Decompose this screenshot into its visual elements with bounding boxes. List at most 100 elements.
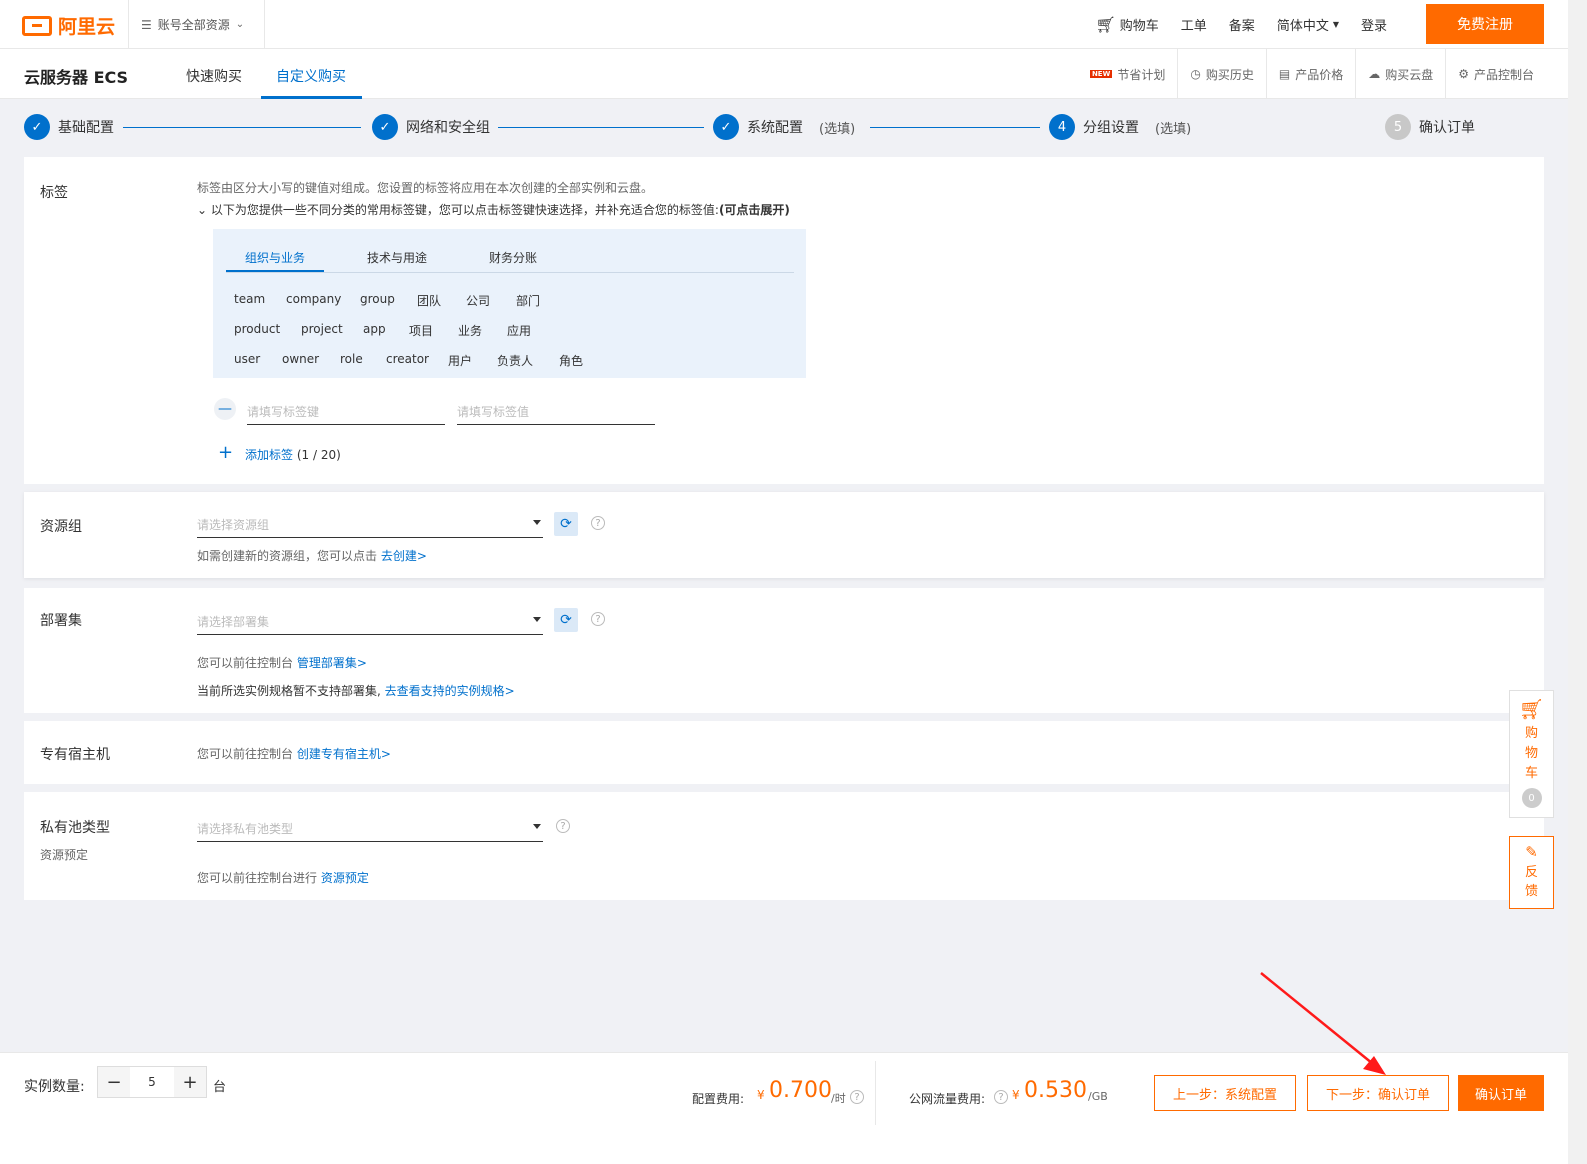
tag-key-chip[interactable]: group — [360, 292, 395, 306]
register-button[interactable]: 免费注册 — [1426, 4, 1544, 44]
aliyun-logo[interactable]: 阿里云 — [22, 12, 115, 39]
prev-step-button[interactable]: 上一步：系统配置 — [1154, 1075, 1296, 1111]
resource-reservation-link[interactable]: 资源预定 — [321, 871, 369, 885]
tag-key-chip[interactable]: user — [234, 352, 260, 366]
deployment-set-warning: 当前所选实例规格暂不支持部署集, 去查看支持的实例规格> — [197, 682, 515, 699]
confirm-order-button[interactable]: 确认订单 — [1458, 1075, 1544, 1111]
tags-help-text: 标签由区分大小写的键值对组成。您设置的标签将应用在本次创建的全部实例和云盘。 — [197, 181, 654, 195]
tag-key-chip[interactable]: 公司 — [466, 292, 490, 309]
private-pool-help-text: 您可以前往控制台进行 — [197, 871, 318, 885]
language-selector[interactable]: 简体中文 ▼ — [1277, 15, 1339, 34]
config-fee-value: 0.700 — [769, 1078, 832, 1103]
increment-button[interactable]: + — [174, 1067, 206, 1097]
add-tag-button[interactable]: 添加标签 (1 / 20) — [245, 446, 341, 463]
step-optional-tag: (选填) — [1155, 121, 1192, 137]
step-connector — [870, 127, 1040, 128]
help-icon[interactable]: ? — [591, 516, 605, 530]
plus-icon: + — [218, 442, 234, 463]
cart-link[interactable]: 🛒︎ 购物车 — [1095, 15, 1158, 34]
new-badge: NEW — [1089, 70, 1113, 78]
tab-custom-buy[interactable]: 自定义购买 — [276, 66, 346, 86]
cart-char: 购 — [1524, 726, 1538, 741]
tag-key-chip[interactable]: owner — [282, 352, 319, 366]
deployment-set-select[interactable]: 请选择部署集 — [197, 605, 543, 635]
step-group-settings[interactable]: 4 分组设置 (选填) — [1049, 114, 1191, 140]
tag-key-chip[interactable]: 负责人 — [497, 352, 533, 369]
tag-key-chip[interactable]: team — [234, 292, 265, 306]
step-basic-config[interactable]: ✓ 基础配置 — [24, 114, 114, 140]
product-price-label: 产品价格 — [1295, 67, 1344, 82]
refresh-icon[interactable]: ⟳ — [554, 512, 578, 536]
view-supported-types-link[interactable]: 去查看支持的实例规格> — [385, 684, 515, 698]
create-dedicated-host-link[interactable]: 创建专有宿主机> — [297, 747, 391, 761]
tag-key-chip[interactable]: 团队 — [417, 292, 441, 309]
tag-key-chip[interactable]: company — [286, 292, 341, 306]
deployment-set-help: 您可以前往控制台 管理部署集> — [197, 654, 367, 671]
tag-key-chip[interactable]: 角色 — [559, 352, 583, 369]
tag-value-input[interactable]: 请填写标签值 — [457, 397, 655, 425]
tag-key-chip[interactable]: 业务 — [458, 322, 482, 339]
add-tag-label: 添加标签 — [245, 448, 294, 462]
decrement-button[interactable]: − — [98, 1067, 130, 1097]
console-link[interactable]: ⚙ 产品控制台 — [1445, 49, 1546, 99]
step-label: 确认订单 — [1419, 120, 1475, 136]
private-pool-label: 私有池类型 — [40, 820, 110, 836]
document-icon: ▤ — [1278, 67, 1291, 81]
tab-quick-buy[interactable]: 快速购买 — [186, 66, 242, 86]
filing-link[interactable]: 备案 — [1229, 15, 1255, 34]
tab-org-business[interactable]: 组织与业务 — [245, 249, 305, 266]
tag-key-input[interactable]: 请填写标签键 — [247, 397, 445, 425]
product-title: 云服务器 ECS — [24, 68, 129, 87]
tag-key-chip[interactable]: 项目 — [409, 322, 433, 339]
tag-key-chip[interactable]: product — [234, 322, 280, 336]
product-price-link[interactable]: ▤ 产品价格 — [1265, 49, 1355, 99]
deployment-set-warning-text: 当前所选实例规格暂不支持部署集, — [197, 684, 381, 698]
check-icon: ✓ — [372, 114, 398, 140]
manage-deployment-set-link[interactable]: 管理部署集> — [297, 656, 367, 670]
account-scope-selector[interactable]: ☰ 账号全部资源 ⌄ — [128, 0, 265, 49]
remove-tag-button[interactable]: — — [214, 398, 236, 420]
buy-disk-link[interactable]: ☁ 购买云盘 — [1355, 49, 1445, 99]
resource-group-help: 如需创建新的资源组，您可以点击 去创建> — [197, 547, 427, 564]
create-resource-group-link[interactable]: 去创建> — [381, 549, 427, 563]
private-pool-sublabel: 资源预定 — [40, 848, 89, 862]
tags-expand-toggle[interactable]: ⌄ 以下为您提供一些不同分类的常用标签键，您可以点击标签键快速选择，并补充适合您… — [197, 201, 790, 218]
scrollbar[interactable] — [1568, 0, 1587, 1164]
traffic-fee-label: 公网流量费用: — [909, 1092, 986, 1106]
help-icon[interactable]: ? — [850, 1090, 864, 1104]
step-number: 4 — [1049, 114, 1075, 140]
private-pool-select[interactable]: 请选择私有池类型 — [197, 812, 543, 842]
quantity-value[interactable]: 5 — [130, 1067, 174, 1097]
dedicated-host-help-text: 您可以前往控制台 — [197, 747, 294, 761]
tag-key-chip[interactable]: app — [363, 322, 386, 336]
traffic-fee-value: 0.530 — [1024, 1078, 1087, 1103]
floating-cart[interactable]: 🛒︎ 购 物 车 0 — [1509, 690, 1554, 818]
help-icon[interactable]: ? — [556, 819, 570, 833]
refresh-icon[interactable]: ⟳ — [554, 608, 578, 632]
next-step-button[interactable]: 下一步：确认订单 — [1307, 1075, 1449, 1111]
tag-key-chip[interactable]: 应用 — [507, 322, 531, 339]
help-icon[interactable]: ? — [994, 1090, 1008, 1104]
edit-icon: ✎ — [1525, 843, 1538, 861]
savings-plan-link[interactable]: NEW 节省计划 — [1078, 49, 1177, 99]
help-icon[interactable]: ? — [591, 612, 605, 626]
login-link[interactable]: 登录 — [1361, 15, 1387, 34]
tags-section: 标签 标签由区分大小写的键值对组成。您设置的标签将应用在本次创建的全部实例和云盘… — [24, 157, 1544, 484]
tab-finance[interactable]: 财务分账 — [489, 249, 537, 266]
tag-key-chip[interactable]: 部门 — [516, 292, 540, 309]
currency-symbol: ¥ — [1012, 1088, 1020, 1102]
resource-group-select[interactable]: 请选择资源组 — [197, 508, 543, 538]
tag-key-chip[interactable]: creator — [386, 352, 429, 366]
ticket-link[interactable]: 工单 — [1181, 15, 1207, 34]
progress-steps: ✓ 基础配置 ✓ 网络和安全组 ✓ 系统配置 (选填) 4 分组设置 (选填) … — [0, 100, 1568, 155]
quantity-stepper[interactable]: − 5 + — [97, 1066, 207, 1098]
tag-key-chip[interactable]: role — [340, 352, 363, 366]
step-network-security[interactable]: ✓ 网络和安全组 — [372, 114, 490, 140]
tab-tech-usage[interactable]: 技术与用途 — [367, 249, 427, 266]
step-confirm-order[interactable]: 5 确认订单 — [1385, 114, 1475, 140]
tag-key-chip[interactable]: 用户 — [448, 352, 472, 369]
step-system-config[interactable]: ✓ 系统配置 (选填) — [713, 114, 855, 140]
feedback-button[interactable]: ✎ 反 馈 — [1509, 836, 1554, 909]
purchase-history-link[interactable]: ◷ 购买历史 — [1177, 49, 1266, 99]
tag-key-chip[interactable]: project — [301, 322, 343, 336]
